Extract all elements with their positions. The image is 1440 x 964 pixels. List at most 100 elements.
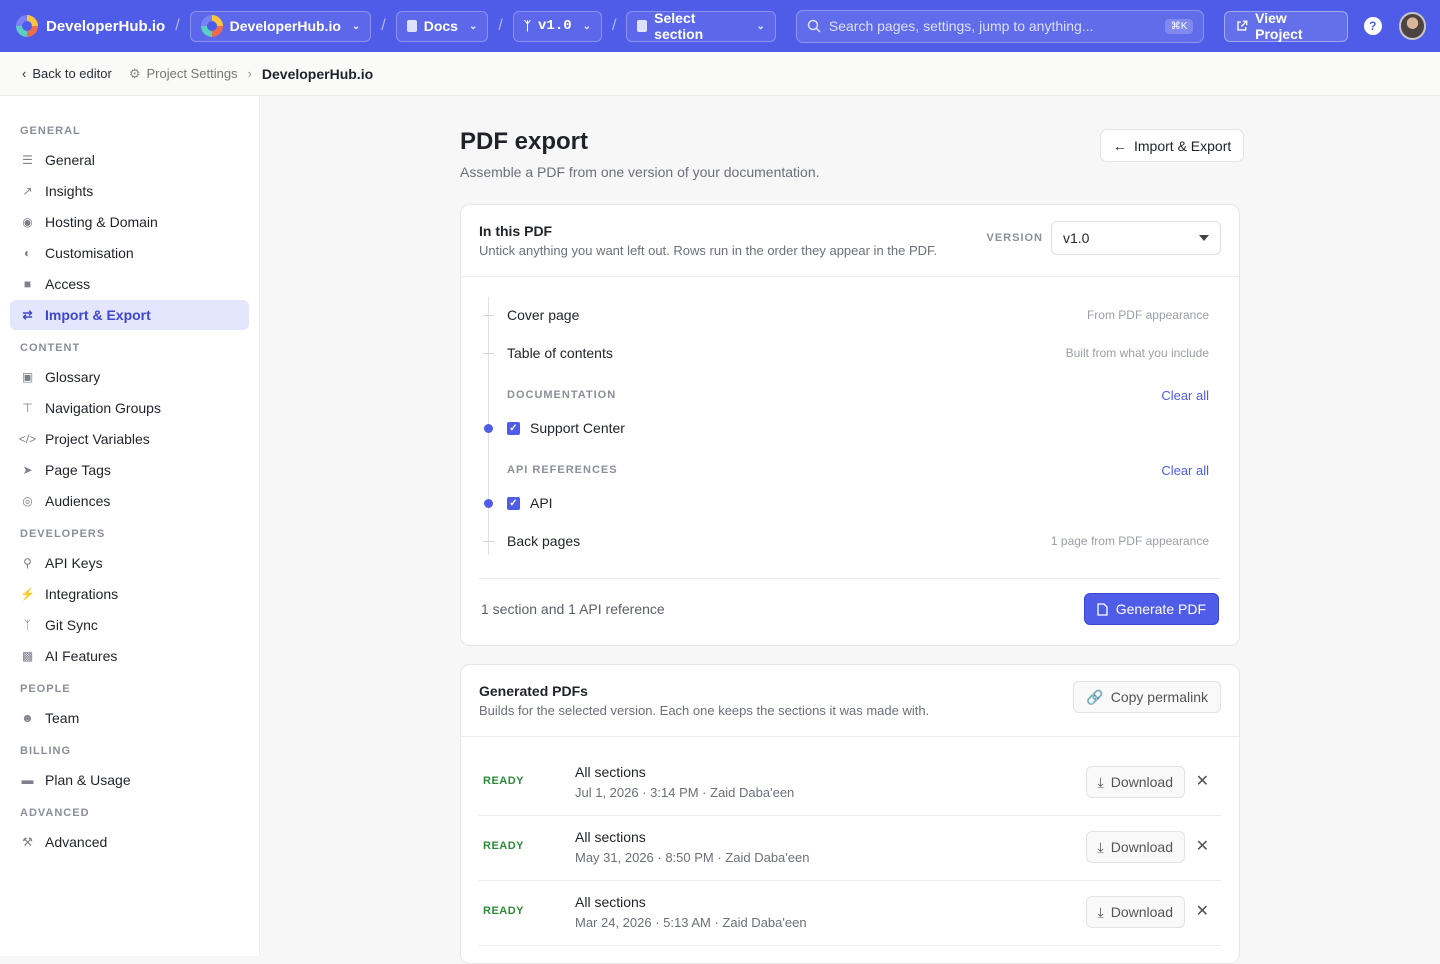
brand[interactable]: DeveloperHub.io [16, 15, 165, 37]
sidebar-item-glossary[interactable]: ▣ Glossary [10, 362, 249, 392]
sidebar-item-label: Access [45, 276, 91, 292]
section-header: DOCUMENTATION Clear all [479, 383, 1221, 407]
search-placeholder: Search pages, settings, jump to anything… [828, 18, 1094, 34]
download-button[interactable]: ⤓ Download [1085, 766, 1185, 798]
nav-separator: / [498, 17, 503, 34]
tree-tick [483, 314, 494, 316]
sidebar-item-label: Team [45, 710, 80, 726]
generated-pdfs-card: Generated PDFs Builds for the selected v… [460, 664, 1240, 964]
sidebar-item-advanced[interactable]: ⚒ Advanced [10, 827, 249, 857]
divider [479, 578, 1221, 579]
top-navbar: DeveloperHub.io / DeveloperHub.io ⌄ / Do… [0, 0, 1440, 52]
pdf-meta: Jul 1, 2026 · 3:14 PM · Zaid Daba'een [575, 785, 795, 800]
sidebar-item-customisation[interactable]: ◐ Customisation [10, 238, 249, 268]
tree-tick [483, 352, 494, 354]
avatar[interactable] [1398, 12, 1426, 40]
help-icon[interactable]: ? [1364, 17, 1382, 35]
sidebar-item-label: Insights [45, 183, 94, 199]
download-icon: ⤓ [1097, 903, 1104, 920]
target-icon: ◎ [22, 494, 33, 508]
delete-icon[interactable]: ✕ [1196, 836, 1209, 856]
section-label: Select section [654, 10, 704, 42]
delete-icon[interactable]: ✕ [1196, 771, 1209, 791]
search-shortcut: ⌘K [1164, 18, 1194, 34]
download-label: Download [1110, 774, 1173, 790]
version-select[interactable]: v1.0 [1051, 221, 1221, 255]
sidebar-item-label: Git Sync [45, 617, 98, 633]
sidebar-item-label: API Keys [45, 555, 103, 571]
clear-all-api-link[interactable]: Clear all [1161, 463, 1209, 478]
table-row: READY All sections Jul 1, 2026 · 3:14 PM… [479, 751, 1221, 816]
docs-label: Docs [423, 18, 458, 34]
sidebar-item-access[interactable]: ■ Access [10, 269, 249, 299]
import-export-back-button[interactable]: ← Import & Export [1100, 129, 1245, 162]
section-switcher[interactable]: Select section ⌄ [626, 10, 776, 42]
docs-switcher[interactable]: Docs ⌄ [395, 10, 489, 42]
download-button[interactable]: ⤓ Download [1085, 896, 1185, 928]
sidebar-item-import-export[interactable]: ⇄ Import & Export [10, 300, 249, 330]
copy-permalink-button[interactable]: 🔗 Copy permalink [1073, 681, 1221, 713]
sidebar-item-label: Page Tags [45, 462, 111, 478]
sidebar-item-git-sync[interactable]: ᛉ Git Sync [10, 610, 249, 640]
sidebar-item-hosting[interactable]: ◉ Hosting & Domain [10, 207, 249, 237]
tag-icon: ➤ [22, 463, 33, 477]
book-icon [406, 20, 417, 32]
sidebar-item-plan-usage[interactable]: ▬ Plan & Usage [10, 765, 249, 795]
support-center-checkbox[interactable]: ✓ [507, 421, 520, 435]
pdf-title: All sections [575, 894, 646, 910]
sidebar-item-label: Import & Export [45, 307, 151, 323]
sidebar-item-project-variables[interactable]: </> Project Variables [10, 424, 249, 454]
search-input[interactable]: Search pages, settings, jump to anything… [795, 9, 1205, 43]
version-label: VERSION [986, 232, 1043, 244]
clear-all-documentation-link[interactable]: Clear all [1161, 388, 1209, 403]
project-switcher[interactable]: DeveloperHub.io ⌄ [189, 10, 372, 42]
sidebar-item-navigation-groups[interactable]: ⊤ Navigation Groups [10, 393, 249, 423]
back-to-editor-link[interactable]: ‹ Back to editor [22, 66, 112, 81]
sidebar-item-general[interactable]: ☰ General [10, 145, 249, 175]
brand-name: DeveloperHub.io [46, 17, 166, 35]
card-header: Generated PDFs Builds for the selected v… [461, 665, 1239, 737]
sidebar-item-label: Customisation [45, 245, 134, 261]
sidebar-group-title: CONTENT [20, 342, 81, 354]
sidebar-item-insights[interactable]: ↗ Insights [10, 176, 249, 206]
pdf-contents-tree: Cover page From PDF appearance Table of … [479, 297, 1221, 557]
download-icon: ⤓ [1097, 773, 1104, 790]
main-content: PDF export Assemble a PDF from one versi… [260, 96, 1440, 964]
version-switcher[interactable]: ᛉ v1.0 ⌄ [512, 10, 603, 42]
sidebar-item-api-keys[interactable]: ⚲ API Keys [10, 548, 249, 578]
nav-separator: / [175, 17, 180, 34]
plug-icon: ⚡ [20, 587, 35, 601]
card-header: In this PDF Untick anything you want lef… [461, 205, 1239, 277]
external-link-icon [1237, 20, 1248, 31]
api-checkbox[interactable]: ✓ [507, 496, 520, 510]
sidebar-item-integrations[interactable]: ⚡ Integrations [10, 579, 249, 609]
arrow-left-icon: ← [1113, 137, 1127, 154]
table-row: READY All sections May 31, 2026 · 8:50 P… [479, 816, 1221, 881]
chevron-left-icon: ‹ [22, 66, 27, 81]
tree-dot [484, 498, 493, 508]
delete-icon[interactable]: ✕ [1196, 901, 1209, 921]
pdf-title: All sections [575, 829, 646, 845]
status-badge: READY [483, 905, 525, 917]
chevron-right-icon: › [247, 66, 252, 81]
sidebar-group-title: ADVANCED [20, 807, 90, 819]
sidebar-item-ai-features[interactable]: ▩ AI Features [10, 641, 249, 671]
sidebar-item-team[interactable]: ☻ Team [10, 703, 249, 733]
project-settings-link[interactable]: ⚙ Project Settings [129, 66, 238, 82]
list-item: Table of contents Built from what you in… [479, 341, 1221, 365]
pdf-meta: Mar 24, 2026 · 5:13 AM · Zaid Daba'een [575, 915, 807, 930]
chart-icon: ↗ [22, 184, 33, 198]
sidebar-group-title: BILLING [20, 745, 71, 757]
section-header: API REFERENCES Clear all [479, 458, 1221, 482]
sidebar-item-label: Hosting & Domain [45, 214, 158, 230]
download-button[interactable]: ⤓ Download [1085, 831, 1185, 863]
cover-page-label: Cover page [507, 307, 580, 323]
status-badge: READY [483, 775, 525, 787]
generate-pdf-label: Generate PDF [1115, 601, 1206, 617]
sidebar-item-page-tags[interactable]: ➤ Page Tags [10, 455, 249, 485]
generate-pdf-button[interactable]: Generate PDF [1083, 593, 1219, 625]
copy-permalink-label: Copy permalink [1110, 689, 1208, 705]
back-label: Back to editor [32, 66, 112, 81]
sidebar-item-audiences[interactable]: ◎ Audiences [10, 486, 249, 516]
view-project-button[interactable]: View Project [1224, 10, 1348, 42]
